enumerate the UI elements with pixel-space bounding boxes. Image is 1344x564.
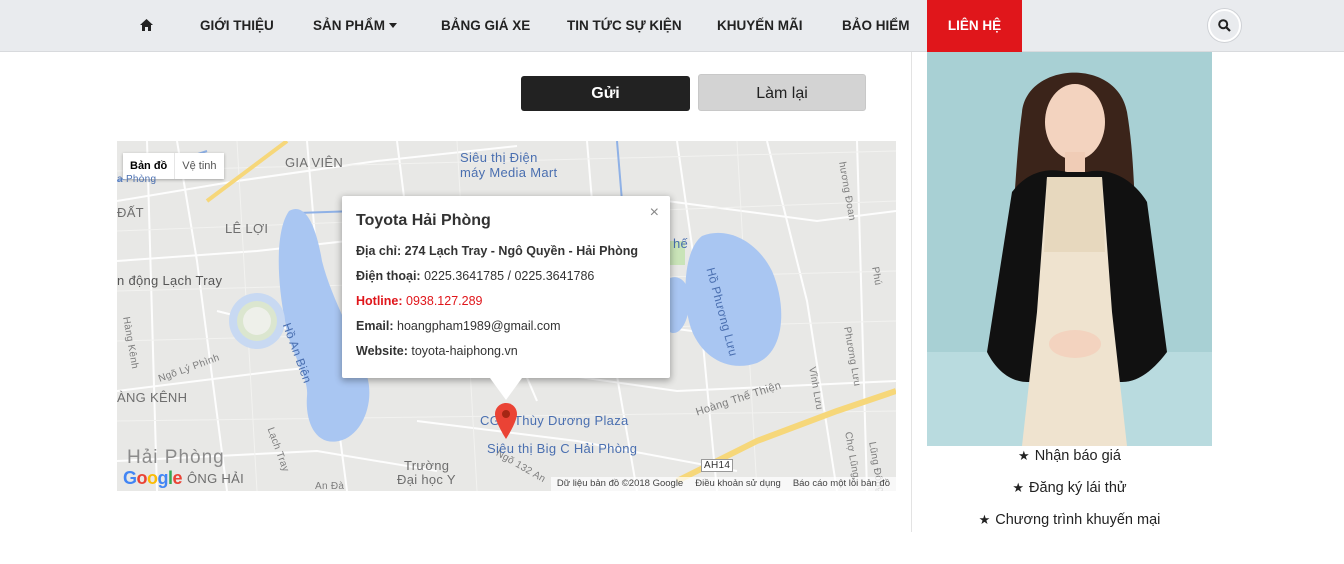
- sidebar-links: ★ Nhận báo giá ★ Đăng ký lái thử ★ Chương t…: [927, 444, 1212, 540]
- map-label: AH14: [701, 459, 734, 472]
- nav-item-bao-hiem[interactable]: BẢO HIỂM: [842, 0, 910, 52]
- info-address: Địa chỉ: 274 Lạch Tray - Ngô Quyền - Hải…: [356, 244, 639, 258]
- map-label: ÔNG HẢI: [187, 471, 244, 486]
- map-label: Đại học Y: [397, 472, 456, 487]
- info-hotline: Hotline: 0938.127.289: [356, 294, 483, 308]
- map-attribution: Dữ liệu bản đồ ©2018 Google Điều khoản s…: [550, 477, 896, 491]
- top-navigation: GIỚI THIỆU SẢN PHẨM BẢNG GIÁ XE TIN TỨC …: [0, 0, 1344, 52]
- nav-item-san-pham[interactable]: SẢN PHẨM: [313, 0, 398, 52]
- google-map[interactable]: Bản đồ Vệ tinh GIA VIÊN Siêu thị Điện má…: [117, 141, 896, 491]
- send-button[interactable]: Gửi: [521, 76, 690, 111]
- map-label: Hải Phòng: [127, 447, 225, 468]
- map-label: ĐẤT: [117, 205, 144, 220]
- report-error-link[interactable]: Báo cáo một lỗi bản đồ: [793, 477, 890, 491]
- map-label: An Đà: [315, 481, 345, 491]
- chevron-down-icon: [389, 22, 398, 28]
- quote-request-link[interactable]: ★ Nhận báo giá: [927, 444, 1212, 476]
- map-label: LÊ LỢI: [225, 221, 269, 236]
- nav-item-khuyen-mai[interactable]: KHUYẾN MÃI: [717, 0, 803, 52]
- info-phone: Điện thoại: 0225.3641785 / 0225.3641786: [356, 269, 595, 283]
- google-logo: Google: [123, 468, 183, 488]
- home-icon[interactable]: [140, 18, 154, 32]
- map-data-credit: Dữ liệu bản đồ ©2018 Google: [556, 478, 684, 489]
- nav-item-tin-tuc[interactable]: TIN TỨC SỰ KIỆN: [567, 0, 682, 52]
- terms-link[interactable]: Điều khoản sử dụng: [695, 477, 781, 491]
- map-label: hế: [673, 236, 689, 251]
- star-icon: ★: [1012, 480, 1025, 495]
- info-title: Toyota Hải Phòng: [356, 212, 491, 229]
- map-label: ÀNG KÊNH: [117, 390, 188, 405]
- close-icon[interactable]: ×: [650, 204, 659, 222]
- nav-item-bang-gia-xe[interactable]: BẢNG GIÁ XE: [441, 0, 530, 52]
- map-label: GIA VIÊN: [285, 155, 344, 170]
- map-label: Thùy Dương Plaza: [514, 413, 629, 428]
- map-type-satellite[interactable]: Vệ tinh: [174, 153, 223, 179]
- map-label: Trường: [404, 458, 450, 473]
- info-email: Email: hoangpham1989@gmail.com: [356, 319, 561, 333]
- test-drive-link[interactable]: ★ Đăng ký lái thử: [927, 476, 1212, 508]
- map-label: a Phòng: [117, 174, 157, 185]
- nav-item-lien-he[interactable]: LIÊN HỆ: [927, 0, 1022, 52]
- consultant-photo: [927, 52, 1212, 446]
- map-info-window: × Toyota Hải Phòng Địa chỉ: 274 Lạch Tra…: [342, 196, 670, 400]
- info-website: Website: toyota-haiphong.vn: [356, 344, 518, 358]
- sidebar-divider: [911, 52, 912, 532]
- map-label: Siêu thị Big C Hải Phòng: [487, 441, 638, 456]
- promotion-link[interactable]: ★ Chương trình khuyến mại: [927, 508, 1212, 540]
- map-label: n động Lạch Tray: [117, 273, 223, 288]
- nav-item-label: SẢN PHẨM: [313, 18, 386, 33]
- star-icon: ★: [978, 512, 991, 527]
- star-icon: ★: [1018, 448, 1030, 463]
- search-button[interactable]: [1208, 9, 1241, 42]
- search-icon: [1218, 19, 1231, 32]
- map-label: Siêu thị Điện: [460, 150, 538, 165]
- map-label: máy Media Mart: [460, 165, 558, 180]
- nav-item-gioi-thieu[interactable]: GIỚI THIỆU: [200, 0, 274, 52]
- location-pin-icon[interactable]: [495, 403, 517, 439]
- reset-button[interactable]: Làm lại: [698, 74, 866, 111]
